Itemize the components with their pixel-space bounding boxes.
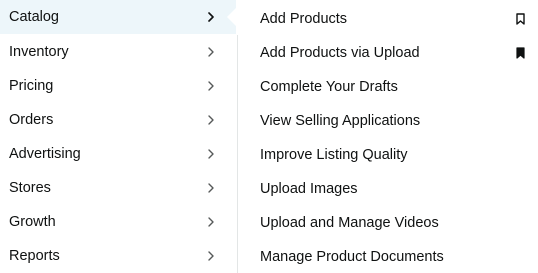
menu-item-reports[interactable]: Reports [0, 239, 236, 273]
bookmark-filled-icon[interactable] [516, 47, 525, 59]
menu-item-advertising[interactable]: Advertising [0, 137, 236, 171]
submenu-item-complete-your-drafts[interactable]: Complete Your Drafts [238, 68, 538, 102]
submenu-item-label: Manage Product Documents [260, 249, 444, 265]
menu-item-inventory[interactable]: Inventory [0, 35, 236, 69]
menu-item-label: Orders [9, 112, 54, 128]
submenu-item-improve-listing-quality[interactable]: Improve Listing Quality [238, 136, 538, 170]
submenu-item-upload-images[interactable]: Upload Images [238, 170, 538, 204]
submenu-item-label: View Selling Applications [260, 113, 421, 129]
menu-item-label: Reports [9, 248, 60, 264]
chevron-right-icon [206, 183, 216, 193]
menu-item-catalog[interactable]: Catalog [0, 0, 239, 34]
submenu-item-label: Improve Listing Quality [260, 147, 408, 163]
submenu-item-label: Complete Your Drafts [260, 79, 398, 95]
menu-item-growth[interactable]: Growth [0, 205, 236, 239]
bookmark-outline-icon[interactable] [516, 13, 525, 25]
chevron-right-icon [206, 251, 216, 261]
navigation-menu: Catalog Inventory Pricing Orders Adverti… [0, 0, 538, 273]
menu-item-pricing[interactable]: Pricing [0, 69, 236, 103]
submenu-item-label: Add Products [260, 11, 348, 27]
menu-item-orders[interactable]: Orders [0, 103, 236, 137]
menu-item-label: Advertising [9, 146, 81, 162]
submenu-item-upload-and-manage-videos[interactable]: Upload and Manage Videos [238, 204, 538, 238]
chevron-right-icon [206, 217, 216, 227]
menu-item-label: Inventory [9, 44, 69, 60]
submenu-item-add-products[interactable]: Add Products [238, 0, 538, 34]
submenu-item-label: Upload Images [260, 181, 358, 197]
menu-item-label: Stores [9, 180, 51, 196]
chevron-right-icon [206, 47, 216, 57]
chevron-right-icon [206, 149, 216, 159]
menu-item-label: Catalog [9, 9, 59, 25]
chevron-right-icon [206, 81, 216, 91]
submenu-item-label: Upload and Manage Videos [260, 215, 439, 231]
chevron-right-icon [206, 12, 216, 22]
submenu-item-label: Add Products via Upload [260, 45, 420, 61]
menu-item-label: Growth [9, 214, 56, 230]
chevron-right-icon [206, 115, 216, 125]
menu-item-stores[interactable]: Stores [0, 171, 236, 205]
submenu-item-add-products-via-upload[interactable]: Add Products via Upload [238, 34, 538, 68]
catalog-submenu: Add Products Add Products via Upload Com… [238, 0, 538, 273]
main-menu: Catalog Inventory Pricing Orders Adverti… [0, 0, 239, 273]
menu-item-label: Pricing [9, 78, 54, 94]
submenu-item-view-selling-applications[interactable]: View Selling Applications [238, 102, 538, 136]
submenu-item-manage-product-documents[interactable]: Manage Product Documents [238, 238, 538, 272]
